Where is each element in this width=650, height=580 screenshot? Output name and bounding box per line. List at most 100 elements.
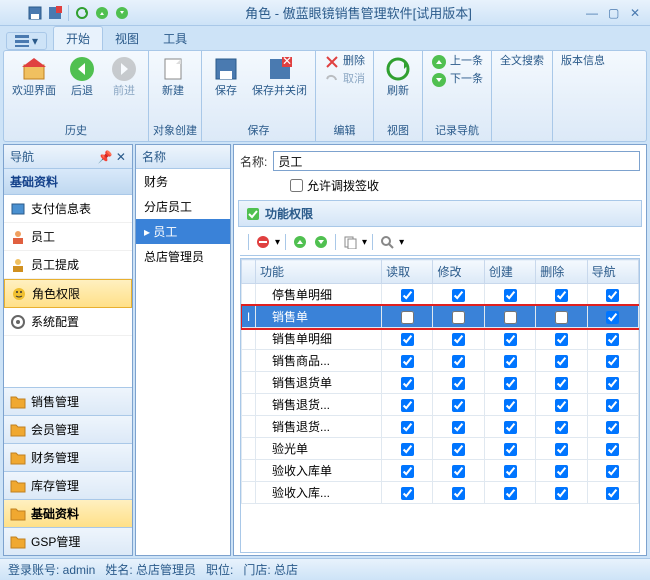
- mid-item-2[interactable]: ▸ 员工: [136, 219, 230, 244]
- grid-col-header[interactable]: 创建: [484, 260, 535, 284]
- perm-checkbox[interactable]: [401, 465, 414, 478]
- prev-record-button[interactable]: 上一条: [427, 53, 487, 71]
- perm-checkbox[interactable]: [401, 289, 414, 302]
- qat-prev-icon[interactable]: [93, 4, 111, 22]
- pin-icon[interactable]: 📌 ✕: [98, 150, 126, 164]
- back-button[interactable]: 后退: [62, 53, 102, 100]
- grid-col-header[interactable]: 功能: [256, 260, 382, 284]
- app-menu-button[interactable]: ▾: [6, 32, 47, 50]
- nav-cat-2[interactable]: 财务管理: [4, 443, 132, 471]
- perm-checkbox[interactable]: [452, 377, 465, 390]
- perm-checkbox[interactable]: [452, 443, 465, 456]
- mid-item-1[interactable]: 分店员工: [136, 194, 230, 219]
- table-row[interactable]: 销售退货...: [242, 394, 639, 416]
- grid-col-header[interactable]: 修改: [433, 260, 484, 284]
- perm-checkbox[interactable]: [555, 443, 568, 456]
- perm-checkbox[interactable]: [401, 333, 414, 346]
- qat-save-icon[interactable]: [26, 4, 44, 22]
- perm-checkbox[interactable]: [401, 311, 414, 324]
- table-row[interactable]: 验收入库单: [242, 460, 639, 482]
- grid-col-header[interactable]: 导航: [587, 260, 638, 284]
- perm-checkbox[interactable]: [504, 289, 517, 302]
- perm-checkbox[interactable]: [504, 487, 517, 500]
- nav-item-4[interactable]: 系统配置: [4, 308, 132, 336]
- tab-tools[interactable]: 工具: [151, 27, 199, 50]
- save-close-button[interactable]: ✕保存并关闭: [248, 53, 311, 100]
- perm-checkbox[interactable]: [401, 377, 414, 390]
- perm-checkbox[interactable]: [606, 487, 619, 500]
- perm-checkbox[interactable]: [452, 465, 465, 478]
- next-record-button[interactable]: 下一条: [427, 71, 487, 89]
- perm-checkbox[interactable]: [401, 355, 414, 368]
- perm-checkbox[interactable]: [606, 399, 619, 412]
- perm-checkbox[interactable]: [401, 443, 414, 456]
- perm-checkbox[interactable]: [555, 311, 568, 324]
- nav-cat-1[interactable]: 会员管理: [4, 415, 132, 443]
- delete-button[interactable]: 删除: [320, 53, 369, 71]
- perm-checkbox[interactable]: [504, 465, 517, 478]
- qat-saveclose-icon[interactable]: [46, 4, 64, 22]
- perm-checkbox[interactable]: [606, 465, 619, 478]
- nav-item-0[interactable]: 支付信息表: [4, 195, 132, 223]
- fullsearch-button[interactable]: 全文搜索: [496, 53, 548, 70]
- table-row[interactable]: 销售退货单: [242, 372, 639, 394]
- nav-cat-0[interactable]: 销售管理: [4, 387, 132, 415]
- refresh-button[interactable]: 刷新: [378, 53, 418, 100]
- nav-cat-5[interactable]: GSP管理: [4, 527, 132, 555]
- perm-checkbox[interactable]: [401, 421, 414, 434]
- perm-checkbox[interactable]: [606, 311, 619, 324]
- perm-checkbox[interactable]: [555, 355, 568, 368]
- perm-checkbox[interactable]: [452, 399, 465, 412]
- forbid-icon[interactable]: [254, 233, 272, 251]
- perm-checkbox[interactable]: [504, 443, 517, 456]
- perm-checkbox[interactable]: [555, 487, 568, 500]
- perm-checkbox[interactable]: [504, 377, 517, 390]
- table-row[interactable]: 销售单明细: [242, 328, 639, 350]
- perm-checkbox[interactable]: [504, 333, 517, 346]
- perm-checkbox[interactable]: [555, 377, 568, 390]
- nav-cat-4[interactable]: 基础资料: [4, 499, 132, 527]
- perm-checkbox[interactable]: [452, 333, 465, 346]
- perm-checkbox[interactable]: [452, 311, 465, 324]
- tab-start[interactable]: 开始: [53, 26, 103, 50]
- perm-checkbox[interactable]: [606, 333, 619, 346]
- perm-checkbox[interactable]: [555, 421, 568, 434]
- table-row[interactable]: I销售单: [242, 306, 639, 328]
- perm-checkbox[interactable]: [452, 487, 465, 500]
- perm-checkbox[interactable]: [452, 421, 465, 434]
- perm-checkbox[interactable]: [555, 465, 568, 478]
- perm-checkbox[interactable]: [555, 399, 568, 412]
- name-input[interactable]: [273, 151, 640, 171]
- qat-refresh-icon[interactable]: [73, 4, 91, 22]
- table-row[interactable]: 停售单明细: [242, 284, 639, 306]
- allow-checkbox[interactable]: [290, 179, 303, 192]
- perm-checkbox[interactable]: [452, 289, 465, 302]
- perm-checkbox[interactable]: [452, 355, 465, 368]
- perm-checkbox[interactable]: [504, 399, 517, 412]
- nav-section-basic[interactable]: 基础资料: [4, 169, 132, 195]
- copy-icon[interactable]: [341, 233, 359, 251]
- perm-checkbox[interactable]: [606, 377, 619, 390]
- table-row[interactable]: 销售商品...: [242, 350, 639, 372]
- nav-item-2[interactable]: 员工提成: [4, 251, 132, 279]
- perm-checkbox[interactable]: [555, 333, 568, 346]
- nav-item-1[interactable]: 员工: [4, 223, 132, 251]
- perm-checkbox[interactable]: [606, 421, 619, 434]
- table-row[interactable]: 验收入库...: [242, 482, 639, 504]
- version-button[interactable]: 版本信息: [557, 53, 609, 70]
- permission-grid[interactable]: 功能读取修改创建删除导航停售单明细I销售单销售单明细销售商品...销售退货单销售…: [240, 258, 640, 553]
- perm-checkbox[interactable]: [401, 399, 414, 412]
- perm-checkbox[interactable]: [606, 289, 619, 302]
- mid-item-3[interactable]: 总店管理员: [136, 244, 230, 269]
- perm-checkbox[interactable]: [606, 355, 619, 368]
- save-button[interactable]: 保存: [206, 53, 246, 100]
- table-row[interactable]: 销售退货...: [242, 416, 639, 438]
- qat-next-icon[interactable]: [113, 4, 131, 22]
- minimize-icon[interactable]: —: [586, 6, 600, 20]
- search-icon[interactable]: [378, 233, 396, 251]
- maximize-icon[interactable]: ▢: [608, 6, 622, 20]
- down-icon[interactable]: [312, 233, 330, 251]
- nav-item-3[interactable]: 角色权限: [4, 279, 132, 308]
- nav-cat-3[interactable]: 库存管理: [4, 471, 132, 499]
- close-icon[interactable]: ✕: [630, 6, 644, 20]
